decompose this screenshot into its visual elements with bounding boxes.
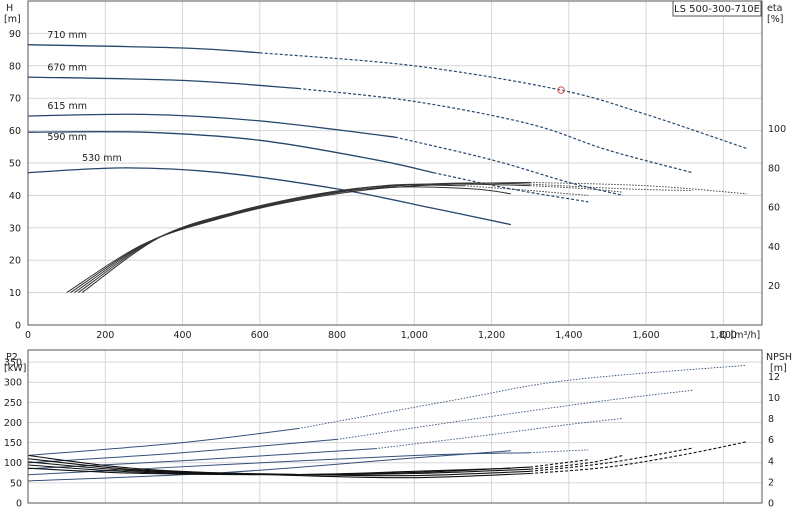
efficiency-curve-solid-2 [74, 183, 531, 294]
efficiency-curve-solid-1 [70, 182, 531, 294]
x-tick-label: 800 [328, 330, 346, 341]
y-left-axis-name: P2 [6, 352, 18, 363]
efficiency-curve-dashed-3 [464, 185, 589, 196]
y-right-tick-label: 2 [768, 477, 774, 488]
impeller-label: 530 mm [82, 153, 122, 164]
grid [27, 1, 762, 504]
power-curve-solid-0 [27, 428, 299, 456]
x-tick-label: 400 [173, 330, 191, 341]
y-left-tick-label: 0 [16, 499, 22, 510]
chart-canvas: 710 mm670 mm615 mm590 mm530 mm0 200 400 600… [4, 0, 792, 510]
x-tick-label: 600 [251, 330, 269, 341]
x-axis-name: Q [m³/h] [720, 330, 760, 341]
impeller-label: 710 mm [47, 30, 87, 41]
efficiency-curve-dashed-0 [530, 181, 747, 195]
y-right-axis-name: NPSH [766, 352, 792, 363]
y-right-tick-label: 10 [768, 393, 780, 404]
x-tick-label: 0 [25, 330, 31, 341]
power-curve-dashed-3 [530, 449, 589, 454]
y-left-tick-label: 60 [9, 126, 21, 137]
y-left-tick-label: 150 [4, 438, 22, 449]
impeller-label: 670 mm [47, 62, 87, 73]
y-right-tick-label: 80 [768, 163, 780, 174]
efficiency-curve-solid-3 [77, 184, 465, 294]
y-left-tick-label: 30 [9, 223, 21, 234]
y-right-tick-label: 6 [768, 435, 774, 446]
frames [27, 0, 763, 504]
efficiency-curve-solid-4 [81, 186, 511, 294]
y-left-tick-label: 40 [9, 191, 21, 202]
x-tick-label: 1,400 [555, 330, 582, 341]
y-right-axis-unit: [%] [767, 14, 783, 25]
npsh-curve-dashed-3 [530, 459, 589, 468]
y-left-axis-unit: [m] [4, 14, 21, 25]
y-left-tick-label: 70 [9, 94, 21, 105]
y-left-tick-label: 50 [10, 478, 22, 489]
y-right-tick-label: 8 [768, 414, 774, 425]
y-left-tick-label: 300 [4, 378, 22, 389]
npsh-curve-solid-1 [27, 458, 531, 477]
impeller-label: 615 mm [47, 101, 87, 112]
curves [27, 44, 747, 482]
y-left-tick-label: 0 [15, 321, 21, 332]
head-curve-solid-1 [27, 76, 299, 90]
y-left-tick-label: 100 [4, 458, 22, 469]
y-left-tick-label: 20 [9, 256, 21, 267]
npsh-curve-dashed-0 [530, 441, 747, 475]
y-left-tick-label: 50 [9, 159, 21, 170]
y-left-tick-label: 90 [9, 29, 21, 40]
x-tick-label: 1,000 [401, 330, 428, 341]
head-curve-dashed-0 [259, 52, 747, 149]
y-right-tick-label: 4 [768, 456, 774, 467]
y-right-tick-label: 40 [768, 242, 780, 253]
power-curve-dashed-0 [298, 364, 747, 429]
head-curve-solid-4 [27, 167, 512, 226]
impeller-label: 590 mm [47, 132, 87, 143]
x-tick-label: 1,600 [633, 330, 660, 341]
pump-performance-chart: 710 mm 670 mm 615 mm 590 mm 530 mm 0 200 400 600… [0, 0, 800, 520]
y-left-axis-unit: [kW] [4, 363, 26, 374]
npsh-curve-solid-2 [27, 461, 531, 476]
y-left-tick-label: 10 [9, 288, 21, 299]
x-tick-label: 1,200 [478, 330, 505, 341]
y-right-tick-label: 0 [768, 499, 774, 510]
labels: 710 mm670 mm615 mm590 mm530 mm0 200 400 600… [4, 0, 792, 510]
y-right-axis-name: eta [767, 3, 782, 14]
y-left-axis-name: H [6, 3, 13, 14]
chart-title: LS 500-300-710E [674, 4, 760, 15]
power-curve-solid-3 [27, 452, 531, 476]
head-curve-dashed-3 [433, 172, 589, 203]
y-left-tick-label: 250 [4, 398, 22, 409]
power-curve-dashed-1 [337, 389, 693, 440]
y-left-tick-label: 80 [9, 61, 21, 72]
y-right-tick-label: 20 [768, 281, 780, 292]
y-right-tick-label: 100 [768, 124, 786, 135]
y-left-tick-label: 200 [4, 418, 22, 429]
x-tick-label: 200 [96, 330, 114, 341]
y-right-tick-label: 60 [768, 203, 780, 214]
head-curve-solid-0 [27, 44, 260, 54]
y-right-axis-unit: [m] [770, 363, 787, 374]
